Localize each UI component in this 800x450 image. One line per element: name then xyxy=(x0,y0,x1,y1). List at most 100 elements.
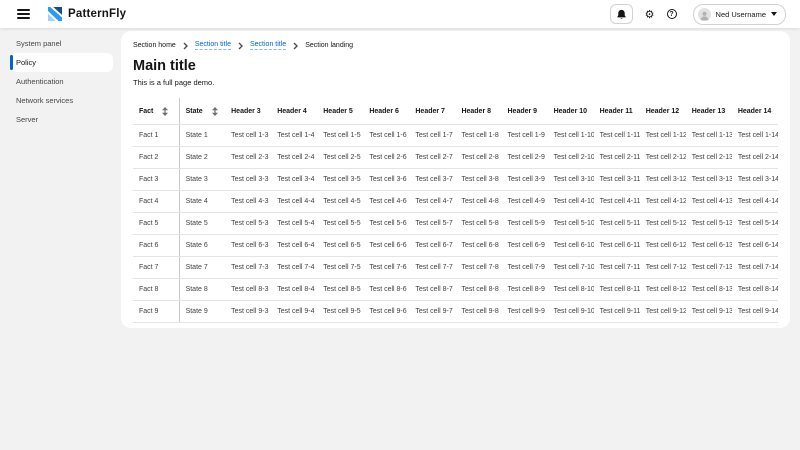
table-cell: Test cell 4-3 xyxy=(225,191,271,213)
table-cell: Test cell 1-6 xyxy=(363,125,409,147)
table-cell: Test cell 6-14 xyxy=(732,235,778,257)
table-cell: Test cell 1-10 xyxy=(548,125,594,147)
table-cell: Test cell 6-6 xyxy=(363,235,409,257)
table-cell: Test cell 7-12 xyxy=(640,257,686,279)
table-cell: Test cell 3-10 xyxy=(548,169,594,191)
table-cell: Test cell 7-4 xyxy=(271,257,317,279)
table-cell: Fact 7 xyxy=(133,257,179,279)
table-row: Fact 6State 6Test cell 6-3Test cell 6-4T… xyxy=(133,235,778,257)
table-cell: Test cell 9-10 xyxy=(548,301,594,323)
table-cell: Test cell 9-3 xyxy=(225,301,271,323)
column-header-header-14: Header 14 xyxy=(732,98,778,125)
hamburger-icon[interactable] xyxy=(14,4,34,24)
user-menu-button[interactable]: Ned Username xyxy=(693,4,786,25)
settings-button[interactable]: ⚙ xyxy=(645,9,655,20)
table-cell: Test cell 1-9 xyxy=(502,125,548,147)
column-label: Header 9 xyxy=(508,108,538,115)
table-cell: Test cell 6-8 xyxy=(455,235,501,257)
table-cell: Test cell 5-14 xyxy=(732,213,778,235)
sidebar-item-system-panel[interactable]: System panel xyxy=(10,34,113,53)
table-cell: State 8 xyxy=(179,279,225,301)
table-cell: Test cell 1-4 xyxy=(271,125,317,147)
table-cell: Test cell 9-9 xyxy=(502,301,548,323)
table-header-row: FactState Header 3 Header 4 Header 5 Header … xyxy=(133,98,778,125)
table-row: Fact 4State 4Test cell 4-3Test cell 4-4T… xyxy=(133,191,778,213)
help-button[interactable]: ? xyxy=(667,9,677,19)
table-cell: Test cell 1-14 xyxy=(732,125,778,147)
table-cell: Test cell 5-5 xyxy=(317,213,363,235)
table-row: Fact 9State 9Test cell 9-3Test cell 9-4T… xyxy=(133,301,778,323)
table-cell: State 1 xyxy=(179,125,225,147)
table-cell: Fact 2 xyxy=(133,147,179,169)
brand-link[interactable]: PatternFly xyxy=(48,7,126,21)
table-cell: Test cell 8-10 xyxy=(548,279,594,301)
table-cell: Test cell 4-6 xyxy=(363,191,409,213)
column-header-header-13: Header 13 xyxy=(686,98,732,125)
table-cell: Test cell 7-6 xyxy=(363,257,409,279)
caret-down-icon xyxy=(771,12,777,16)
table-cell: Test cell 7-9 xyxy=(502,257,548,279)
table-cell: Test cell 9-14 xyxy=(732,301,778,323)
table-cell: Test cell 5-12 xyxy=(640,213,686,235)
table-cell: Test cell 3-14 xyxy=(732,169,778,191)
table-cell: Test cell 7-3 xyxy=(225,257,271,279)
column-header-header-5: Header 5 xyxy=(317,98,363,125)
arrows-vertical-icon[interactable] xyxy=(212,107,218,116)
sidebar-item-network-services[interactable]: Network services xyxy=(10,91,113,110)
column-label: Header 8 xyxy=(461,108,491,115)
table-cell: Fact 4 xyxy=(133,191,179,213)
table-row: Fact 1State 1Test cell 1-3Test cell 1-4T… xyxy=(133,125,778,147)
table-cell: Test cell 2-11 xyxy=(594,147,640,169)
notifications-button[interactable] xyxy=(610,4,633,24)
table-cell: Test cell 4-7 xyxy=(409,191,455,213)
question-circle-icon: ? xyxy=(667,9,677,19)
table-cell: Test cell 8-6 xyxy=(363,279,409,301)
sidebar-item-server[interactable]: Server xyxy=(10,110,113,129)
table-cell: Test cell 4-13 xyxy=(686,191,732,213)
avatar-icon xyxy=(698,8,711,21)
column-header-fact[interactable]: Fact xyxy=(133,98,179,125)
breadcrumb-link-section-title-2[interactable]: Section title xyxy=(250,41,286,50)
angle-right-icon xyxy=(183,42,188,50)
table-cell: Test cell 6-13 xyxy=(686,235,732,257)
table-cell: Test cell 3-3 xyxy=(225,169,271,191)
table-cell: Test cell 2-13 xyxy=(686,147,732,169)
column-header-header-3: Header 3 xyxy=(225,98,271,125)
table-cell: Test cell 2-6 xyxy=(363,147,409,169)
column-header-state[interactable]: State xyxy=(179,98,225,125)
table-cell: Test cell 3-9 xyxy=(502,169,548,191)
bell-icon xyxy=(616,9,627,20)
table-cell: Test cell 5-3 xyxy=(225,213,271,235)
table-cell: Test cell 1-11 xyxy=(594,125,640,147)
column-label: Header 10 xyxy=(554,108,587,115)
table-cell: Test cell 5-8 xyxy=(455,213,501,235)
table-cell: Fact 8 xyxy=(133,279,179,301)
table-cell: Test cell 5-10 xyxy=(548,213,594,235)
column-header-header-7: Header 7 xyxy=(409,98,455,125)
column-label: Header 3 xyxy=(231,108,261,115)
table-cell: Test cell 3-8 xyxy=(455,169,501,191)
table-cell: Test cell 8-11 xyxy=(594,279,640,301)
table-cell: Test cell 9-12 xyxy=(640,301,686,323)
column-header-header-8: Header 8 xyxy=(455,98,501,125)
data-table: FactState Header 3 Header 4 Header 5 Header … xyxy=(133,98,778,323)
column-label: Header 14 xyxy=(738,108,771,115)
column-label: Header 7 xyxy=(415,108,445,115)
sidebar-item-authentication[interactable]: Authentication xyxy=(10,72,113,91)
column-label: Header 4 xyxy=(277,108,307,115)
table-cell: Test cell 5-11 xyxy=(594,213,640,235)
table-cell: Test cell 3-5 xyxy=(317,169,363,191)
table-cell: Test cell 5-9 xyxy=(502,213,548,235)
table-cell: Test cell 2-5 xyxy=(317,147,363,169)
table-cell: Test cell 2-14 xyxy=(732,147,778,169)
table-cell: Test cell 6-3 xyxy=(225,235,271,257)
breadcrumb-link-section-title-1[interactable]: Section title xyxy=(195,41,231,50)
arrows-vertical-icon[interactable] xyxy=(162,107,168,116)
table-row: Fact 2State 2Test cell 2-3Test cell 2-4T… xyxy=(133,147,778,169)
table-cell: State 9 xyxy=(179,301,225,323)
table-row: Fact 5State 5Test cell 5-3Test cell 5-4T… xyxy=(133,213,778,235)
sidebar-item-policy[interactable]: Policy xyxy=(10,53,113,72)
table-cell: Test cell 3-11 xyxy=(594,169,640,191)
table-cell: Test cell 6-12 xyxy=(640,235,686,257)
table-cell: Test cell 8-5 xyxy=(317,279,363,301)
